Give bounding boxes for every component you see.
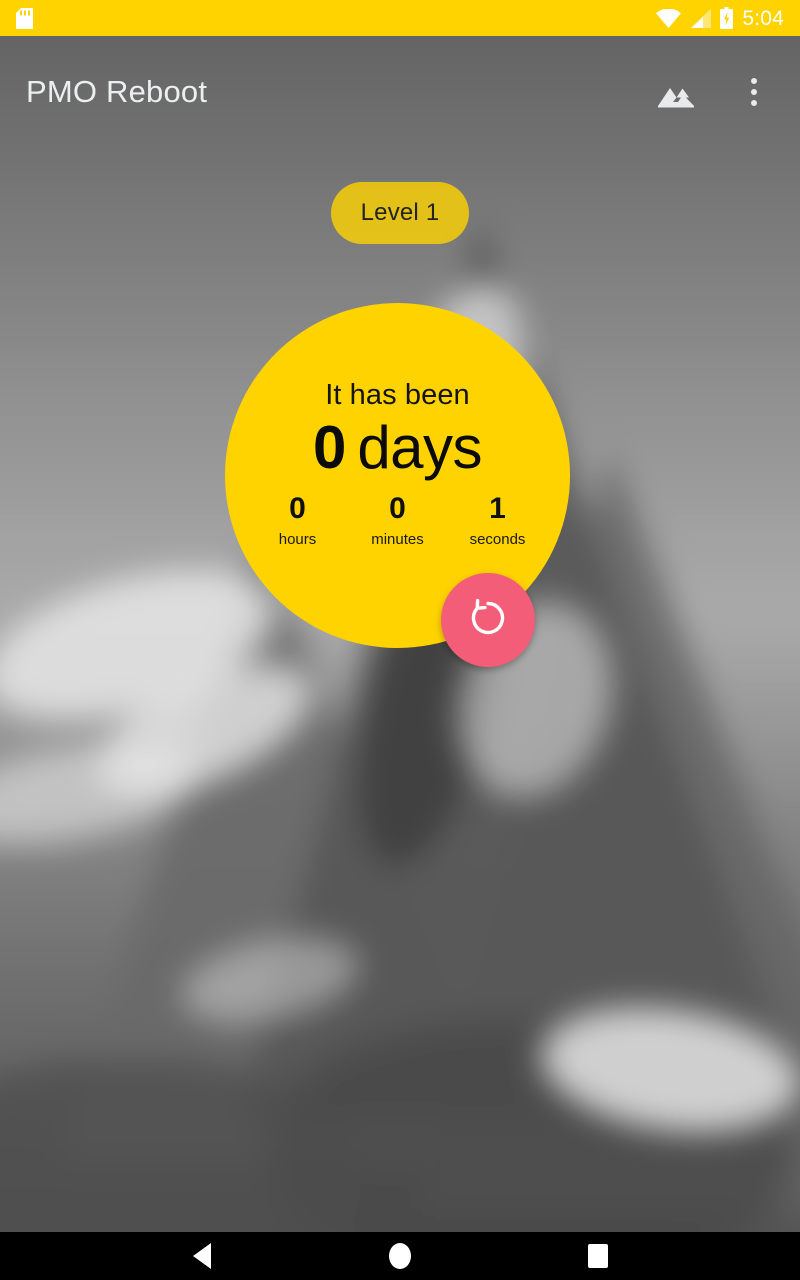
restore-counter-icon [465,595,511,646]
counter-unit-minutes: 0 minutes [362,492,434,548]
counter-unit-hours: 0 hours [262,492,334,548]
status-badge-level[interactable]: Level 1 [331,182,469,244]
level-badge-label: Level 1 [360,199,440,226]
counter-unit-seconds: 1 seconds [462,492,534,548]
cellular-signal-icon [690,8,712,28]
counter-days-unit: days [357,414,483,481]
home-nav-icon[interactable] [370,1232,430,1280]
wifi-icon [656,8,682,28]
counter-hours-value: 0 [289,492,306,525]
counter-minutes-value: 0 [389,492,406,525]
toolbar-actions [652,68,778,116]
counter-prefix-text: It has been [325,379,470,411]
status-bar-clock: 5:04 [742,6,784,30]
counter-days-row: 0 days [312,414,483,481]
counter-seconds-value: 1 [489,492,506,525]
counter-units-row: 0 hours 0 minutes 1 seconds [262,492,534,548]
counter-days-value: 0 [312,414,346,481]
app-toolbar: PMO Reboot [0,36,800,148]
status-bar: 5:04 [0,0,800,36]
sd-card-icon [16,7,33,29]
battery-charging-icon [720,7,734,29]
status-bar-right-cluster: 5:04 [656,7,784,29]
reset-counter-button[interactable] [441,573,535,667]
app-screen: 5:04 PMO Reboot Level 1 It has been 0 da… [0,0,800,1280]
mountain-image-icon[interactable] [652,68,700,116]
back-nav-icon[interactable] [172,1232,232,1280]
page-title: PMO Reboot [26,74,208,109]
counter-minutes-label: minutes [371,531,424,548]
counter-seconds-label: seconds [469,531,526,548]
overflow-menu-icon[interactable] [730,68,778,116]
recents-nav-icon[interactable] [568,1232,628,1280]
android-navigation-bar [0,1232,800,1280]
counter-hours-label: hours [278,531,317,548]
